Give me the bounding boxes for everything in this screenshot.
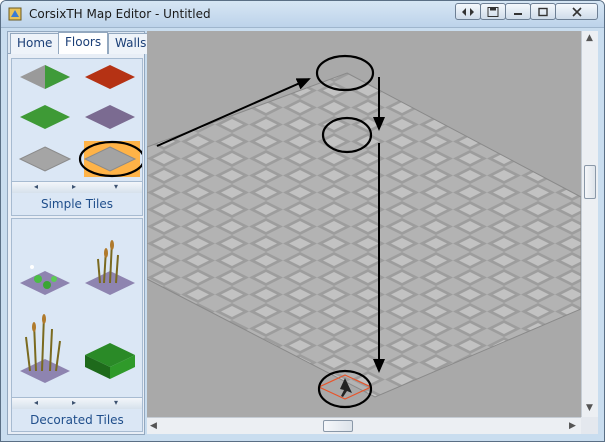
horizontal-scroll-thumb[interactable] — [323, 420, 353, 432]
scroll-left-icon[interactable]: ◀ — [150, 421, 157, 431]
arrow-palette-to-map — [156, 78, 311, 147]
horizontal-scrollbar[interactable]: ◀ ▶ — [147, 417, 581, 434]
annotation-overlay — [156, 78, 311, 147]
scroll-up-icon[interactable]: ▲ — [586, 33, 593, 43]
scrollbar-corner — [581, 417, 598, 434]
editor-window: CorsixTH Map Editor - Untitled Home Floo… — [0, 0, 605, 442]
scroll-down-icon[interactable]: ▼ — [586, 403, 593, 413]
vertical-scroll-thumb[interactable] — [584, 165, 596, 199]
scroll-right-icon[interactable]: ▶ — [569, 421, 576, 431]
vertical-scrollbar[interactable]: ▲ ▼ — [581, 31, 598, 417]
